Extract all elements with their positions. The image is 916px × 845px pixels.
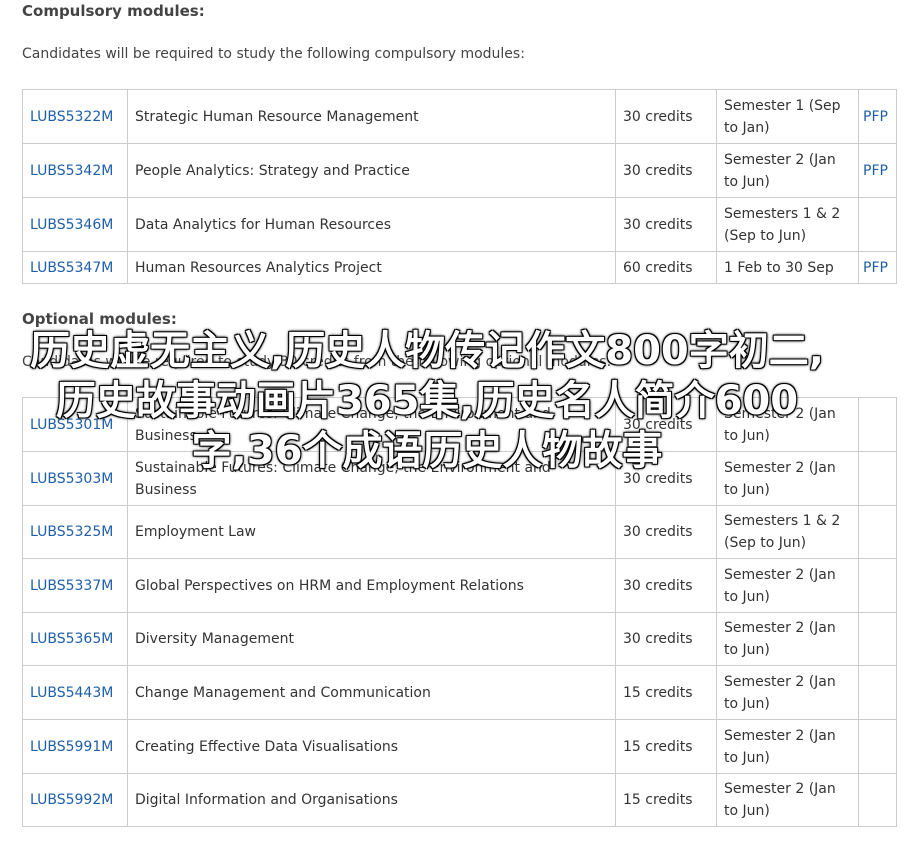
module-title: Human Resources Analytics Project xyxy=(127,251,616,284)
module-title: Sustainable Futures: Climate Change, the… xyxy=(127,397,616,452)
module-title: Creating Effective Data Visualisations xyxy=(127,719,616,774)
module-credits: 30 credits xyxy=(615,143,717,198)
module-row: LUBS5346M Data Analytics for Human Resour… xyxy=(22,197,897,252)
module-credits: 30 credits xyxy=(615,612,717,666)
module-code-link[interactable]: LUBS5322M xyxy=(30,109,113,125)
module-pfp-cell xyxy=(858,397,897,452)
module-code-link[interactable]: LUBS5992M xyxy=(30,792,113,808)
module-pfp-cell xyxy=(858,665,897,720)
module-pfp-cell xyxy=(858,197,897,252)
module-code-cell: LUBS5337M xyxy=(22,558,128,613)
module-title: Strategic Human Resource Management xyxy=(127,89,616,144)
module-credits: 15 credits xyxy=(615,773,717,827)
pfp-link[interactable]: PFP xyxy=(863,260,888,276)
module-title: Data Analytics for Human Resources xyxy=(127,197,616,252)
module-semester: Semesters 1 & 2 (Sep to Jun) xyxy=(716,505,859,559)
module-row: LUBS5347M Human Resources Analytics Proje… xyxy=(22,251,897,284)
module-credits: 30 credits xyxy=(615,397,717,452)
module-code-cell: LUBS5443M xyxy=(22,665,128,720)
module-credits: 15 credits xyxy=(615,665,717,720)
module-code-link[interactable]: LUBS5346M xyxy=(30,217,113,233)
module-row: LUBS5992M Digital Information and Organis… xyxy=(22,773,897,827)
module-credits: 60 credits xyxy=(615,251,717,284)
module-credits: 30 credits xyxy=(615,505,717,559)
module-title: People Analytics: Strategy and Practice xyxy=(127,143,616,198)
module-row: LUBS5443M Change Management and Communica… xyxy=(22,665,897,720)
optional-heading: Optional modules: xyxy=(22,310,177,328)
module-code-cell: LUBS5301M xyxy=(22,397,128,452)
module-pfp-cell: PFP xyxy=(858,143,897,198)
optional-intro: Candidates will be required to study 30 … xyxy=(22,354,612,370)
module-semester: Semester 1 (Sep to Jan) xyxy=(716,89,859,144)
module-title: Change Management and Communication xyxy=(127,665,616,720)
module-code-cell: LUBS5346M xyxy=(22,197,128,252)
optional-table: LUBS5301M Sustainable Futures: Climate Ch… xyxy=(22,397,897,827)
module-credits: 30 credits xyxy=(615,89,717,144)
module-semester: Semester 2 (Jan to Jun) xyxy=(716,719,859,774)
module-pfp-cell xyxy=(858,451,897,506)
module-pfp-cell: PFP xyxy=(858,89,897,144)
pfp-link[interactable]: PFP xyxy=(863,163,888,179)
module-code-link[interactable]: LUBS5991M xyxy=(30,739,113,755)
module-credits: 30 credits xyxy=(615,451,717,506)
module-code-cell: LUBS5992M xyxy=(22,773,128,827)
module-title: Diversity Management xyxy=(127,612,616,666)
module-semester: Semesters 1 & 2 (Sep to Jun) xyxy=(716,197,859,252)
module-title: Employment Law xyxy=(127,505,616,559)
module-semester: Semester 2 (Jan to Jun) xyxy=(716,397,859,452)
module-semester: Semester 2 (Jan to Jun) xyxy=(716,451,859,506)
module-code-link[interactable]: LUBS5365M xyxy=(30,631,113,647)
module-row: LUBS5991M Creating Effective Data Visuali… xyxy=(22,719,897,774)
module-code-link[interactable]: LUBS5337M xyxy=(30,578,113,594)
pfp-link[interactable]: PFP xyxy=(863,109,888,125)
module-code-cell: LUBS5347M xyxy=(22,251,128,284)
module-pfp-cell xyxy=(858,773,897,827)
module-code-link[interactable]: LUBS5325M xyxy=(30,524,113,540)
module-semester: Semester 2 (Jan to Jun) xyxy=(716,558,859,613)
module-row: LUBS5325M Employment Law 30 credits Semeste… xyxy=(22,505,897,559)
module-title: Digital Information and Organisations xyxy=(127,773,616,827)
module-semester: Semester 2 (Jan to Jun) xyxy=(716,143,859,198)
module-code-cell: LUBS5303M xyxy=(22,451,128,506)
module-code-cell: LUBS5991M xyxy=(22,719,128,774)
module-code-cell: LUBS5342M xyxy=(22,143,128,198)
compulsory-table: LUBS5322M Strategic Human Resource Manage… xyxy=(22,89,897,284)
compulsory-heading: Compulsory modules: xyxy=(22,2,205,20)
module-credits: 15 credits xyxy=(615,719,717,774)
module-semester: Semester 2 (Jan to Jun) xyxy=(716,665,859,720)
module-code-cell: LUBS5322M xyxy=(22,89,128,144)
module-title: Sustainable Futures: Climate Change, the… xyxy=(127,451,616,506)
module-code-link[interactable]: LUBS5303M xyxy=(30,471,113,487)
module-pfp-cell: PFP xyxy=(858,251,897,284)
module-code-link[interactable]: LUBS5347M xyxy=(30,260,113,276)
module-pfp-cell xyxy=(858,719,897,774)
module-code-cell: LUBS5365M xyxy=(22,612,128,666)
module-code-link[interactable]: LUBS5301M xyxy=(30,417,113,433)
module-title: Global Perspectives on HRM and Employmen… xyxy=(127,558,616,613)
module-credits: 30 credits xyxy=(615,558,717,613)
module-pfp-cell xyxy=(858,558,897,613)
module-row: LUBS5301M Sustainable Futures: Climate Ch… xyxy=(22,397,897,452)
module-row: LUBS5342M People Analytics: Strategy and … xyxy=(22,143,897,198)
module-credits: 30 credits xyxy=(615,197,717,252)
module-code-link[interactable]: LUBS5443M xyxy=(30,685,113,701)
module-semester: Semester 2 (Jan to Jun) xyxy=(716,773,859,827)
module-pfp-cell xyxy=(858,612,897,666)
module-code-link[interactable]: LUBS5342M xyxy=(30,163,113,179)
module-semester: 1 Feb to 30 Sep xyxy=(716,251,859,284)
module-row: LUBS5303M Sustainable Futures: Climate Ch… xyxy=(22,451,897,506)
compulsory-intro: Candidates will be required to study the… xyxy=(22,46,525,62)
module-row: LUBS5337M Global Perspectives on HRM and … xyxy=(22,558,897,613)
module-row: LUBS5322M Strategic Human Resource Manage… xyxy=(22,89,897,144)
module-code-cell: LUBS5325M xyxy=(22,505,128,559)
module-semester: Semester 2 (Jan to Jun) xyxy=(716,612,859,666)
module-pfp-cell xyxy=(858,505,897,559)
module-row: LUBS5365M Diversity Management 30 credits S… xyxy=(22,612,897,666)
